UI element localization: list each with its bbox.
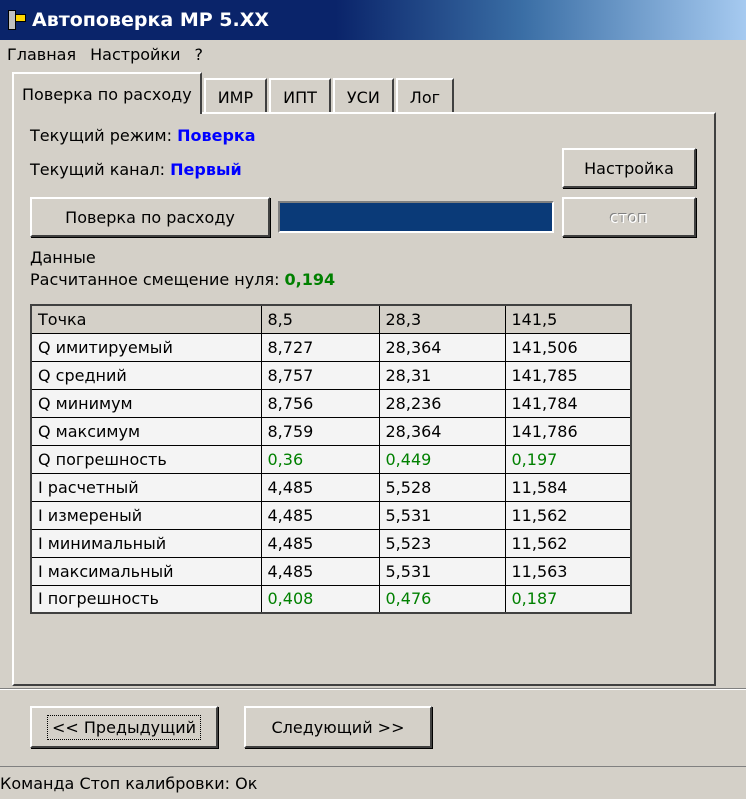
separator (0, 688, 746, 690)
zero-offset: Расчитанное смещение нуля: 0,194 (30, 270, 335, 289)
current-mode-label: Текущий режим: (30, 126, 172, 145)
flow-check-button[interactable]: Поверка по расходу (30, 197, 270, 237)
table-cell[interactable]: 8,759 (260, 416, 380, 446)
current-channel-label: Текущий канал: (30, 160, 166, 179)
table-cell[interactable]: Q имитируемый (30, 332, 262, 362)
table-cell[interactable]: 4,485 (260, 472, 380, 502)
current-mode-value: Поверка (177, 126, 256, 145)
table-cell[interactable]: 141,786 (504, 416, 632, 446)
table-cell[interactable]: 0,449 (378, 444, 506, 474)
zero-offset-value: 0,194 (284, 270, 336, 289)
table-row: I максимальный 4,485 5,531 11,563 (30, 556, 632, 586)
menu-item-main[interactable]: Главная (0, 45, 83, 64)
table-row: I измереный 4,485 5,531 11,562 (30, 500, 632, 530)
table-header-cell[interactable]: Точка (30, 304, 262, 334)
table-cell[interactable]: 5,528 (378, 472, 506, 502)
table-cell[interactable]: 11,562 (504, 528, 632, 558)
table-header-cell[interactable]: 8,5 (260, 304, 380, 334)
table-header-cell[interactable]: 141,5 (504, 304, 632, 334)
table-row: Q имитируемый 8,727 28,364 141,506 (30, 332, 632, 362)
table-cell[interactable]: 28,31 (378, 360, 506, 390)
table-cell[interactable]: 141,506 (504, 332, 632, 362)
table-cell[interactable]: Q минимум (30, 388, 262, 418)
table-cell[interactable]: 8,757 (260, 360, 380, 390)
table-cell[interactable]: I погрешность (30, 584, 262, 614)
table-header-row: Точка 8,5 28,3 141,5 (30, 304, 632, 334)
table-cell[interactable]: 5,523 (378, 528, 506, 558)
table-cell[interactable]: I измереный (30, 500, 262, 530)
table-cell[interactable]: 4,485 (260, 528, 380, 558)
table-cell[interactable]: Q максимум (30, 416, 262, 446)
table-row: Q минимум 8,756 28,236 141,784 (30, 388, 632, 418)
table-cell[interactable]: I расчетный (30, 472, 262, 502)
stop-button[interactable]: стоп (562, 197, 696, 237)
table-cell[interactable]: 4,485 (260, 556, 380, 586)
current-mode: Текущий режим: Поверка (30, 126, 256, 145)
table-row: I погрешность 0,408 0,476 0,187 (30, 584, 632, 614)
next-button[interactable]: Следующий >> (244, 706, 432, 748)
table-cell[interactable]: 0,187 (504, 584, 632, 614)
table-cell[interactable]: 0,408 (260, 584, 380, 614)
menu-item-help[interactable]: ? (187, 45, 210, 64)
table-row: Q максимум 8,759 28,364 141,786 (30, 416, 632, 446)
table-cell[interactable]: I минимальный (30, 528, 262, 558)
table-row: I минимальный 4,485 5,523 11,562 (30, 528, 632, 558)
status-bar: Команда Стоп калибровки: Ок (0, 766, 746, 799)
table-cell[interactable]: 0,36 (260, 444, 380, 474)
tab-imr[interactable]: ИМР (203, 78, 268, 114)
tab-usi[interactable]: УСИ (332, 78, 394, 114)
tab-strip: Поверка по расходу ИМР ИПТ УСИ Лог (12, 72, 456, 114)
table-cell[interactable]: 5,531 (378, 500, 506, 530)
table-cell[interactable]: 11,584 (504, 472, 632, 502)
table-row: I расчетный 4,485 5,528 11,584 (30, 472, 632, 502)
table-cell[interactable]: 8,756 (260, 388, 380, 418)
table-cell[interactable]: 0,476 (378, 584, 506, 614)
window-title: Автоповерка МР 5.XX (32, 9, 269, 31)
progress-bar (278, 201, 554, 233)
table-cell[interactable]: 28,364 (378, 416, 506, 446)
table-cell[interactable]: Q средний (30, 360, 262, 390)
table-cell[interactable]: I максимальный (30, 556, 262, 586)
table-cell[interactable]: 4,485 (260, 500, 380, 530)
table-header-cell[interactable]: 28,3 (378, 304, 506, 334)
table-cell[interactable]: Q погрешность (30, 444, 262, 474)
current-channel: Текущий канал: Первый (30, 160, 242, 179)
table-cell[interactable]: 28,364 (378, 332, 506, 362)
table-cell[interactable]: 8,727 (260, 332, 380, 362)
results-table: Точка 8,5 28,3 141,5 Q имитируемый 8,727 28,36… (30, 304, 632, 614)
settings-button[interactable]: Настройка (562, 148, 696, 188)
menu-item-settings[interactable]: Настройки (83, 45, 187, 64)
tab-log[interactable]: Лог (395, 78, 455, 114)
table-row: Q погрешность 0,36 0,449 0,197 (30, 444, 632, 474)
table-cell[interactable]: 141,785 (504, 360, 632, 390)
table-cell[interactable]: 11,562 (504, 500, 632, 530)
table-cell[interactable]: 11,563 (504, 556, 632, 586)
previous-button[interactable]: << Предыдущий (30, 706, 218, 748)
table-cell[interactable]: 28,236 (378, 388, 506, 418)
zero-offset-label: Расчитанное смещение нуля: (30, 270, 280, 289)
app-icon (6, 10, 26, 30)
title-bar: Автоповерка МР 5.XX (0, 0, 746, 40)
table-cell[interactable]: 141,784 (504, 388, 632, 418)
menu-bar: Главная Настройки ? (0, 40, 746, 68)
current-channel-value: Первый (170, 160, 242, 179)
table-cell[interactable]: 0,197 (504, 444, 632, 474)
data-section-title: Данные (30, 248, 96, 267)
table-row: Q средний 8,757 28,31 141,785 (30, 360, 632, 390)
status-text: Команда Стоп калибровки: Ок (0, 773, 258, 793)
progress-fill (280, 203, 552, 231)
tab-ipt[interactable]: ИПТ (269, 78, 331, 114)
tab-flow-check[interactable]: Поверка по расходу (12, 72, 202, 114)
table-cell[interactable]: 5,531 (378, 556, 506, 586)
